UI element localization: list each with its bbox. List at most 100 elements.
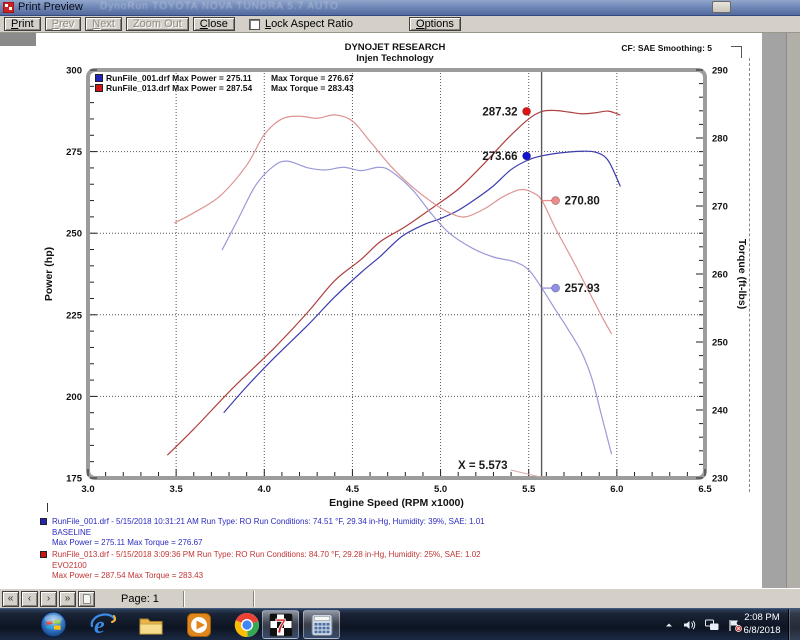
- svg-text:7: 7: [275, 616, 286, 637]
- volume-icon[interactable]: [683, 619, 696, 631]
- torque-axis-title: Torque (ft-lbs): [736, 239, 748, 309]
- last-page-button[interactable]: »: [59, 591, 76, 607]
- svg-text:250: 250: [66, 229, 82, 240]
- network-icon[interactable]: [705, 619, 719, 631]
- run-swatch-blue: [40, 518, 47, 525]
- cursor-value-label: 270.80: [565, 196, 600, 208]
- next-button[interactable]: Next: [85, 17, 122, 31]
- first-page-button[interactable]: «: [2, 591, 19, 607]
- runfile-013-torque-curve: [174, 115, 611, 334]
- cursor-dot: [552, 197, 560, 205]
- svg-text:250: 250: [712, 338, 728, 349]
- print-preview-page: DYNOJET RESEARCH Injen Technology CF: SA…: [0, 33, 800, 588]
- svg-text:275: 275: [66, 147, 83, 158]
- page-number-label: Page: 1: [121, 593, 159, 605]
- legend-power-013: Max Power = 287.54: [172, 83, 252, 93]
- axis-tick-labels: 3002752502252001752902802702602502402303…: [66, 66, 728, 496]
- x-axis-title: Engine Speed (RPM x1000): [329, 497, 464, 509]
- winpep7-taskbar-button[interactable]: 7: [262, 610, 299, 639]
- svg-text:4.0: 4.0: [258, 484, 271, 495]
- svg-text:260: 260: [712, 270, 728, 281]
- run-013-max-values: Max Power = 287.54 Max Torque = 283.43: [52, 571, 481, 582]
- runfile-001-power-curve: [224, 151, 621, 413]
- media-player-icon[interactable]: [186, 612, 212, 638]
- run-001-max-values: Max Power = 275.11 Max Torque = 276.67: [52, 538, 485, 549]
- cursor-dot: [523, 107, 531, 115]
- run-013-name: EVO2100: [52, 561, 481, 572]
- svg-text:175: 175: [66, 474, 83, 485]
- calculator-taskbar-button[interactable]: [303, 610, 340, 639]
- next-page-button[interactable]: ›: [40, 591, 57, 607]
- statusbar: « ‹ › » Page: 1: [0, 588, 800, 608]
- svg-text:280: 280: [712, 134, 728, 145]
- svg-text:3.5: 3.5: [170, 484, 184, 495]
- run-001-name: BASELINE: [52, 528, 485, 539]
- print-button[interactable]: Print: [4, 17, 41, 31]
- runfile-001-torque-curve: [222, 161, 612, 454]
- clock-time: 2:08 PM: [738, 611, 786, 624]
- run-info-runfile001: RunFile_001.drf - 5/15/2018 10:31:21 AM …: [40, 517, 485, 549]
- svg-text:5.5: 5.5: [522, 484, 536, 495]
- legend-file-013: RunFile_013.drf: [106, 83, 170, 93]
- cursor-dot: [552, 284, 560, 292]
- run-swatch-red: [40, 551, 47, 558]
- svg-text:270: 270: [712, 202, 728, 213]
- cursor-x-label: X = 5.573: [458, 460, 508, 472]
- prev-button[interactable]: Prev: [45, 17, 82, 31]
- titlebar[interactable]: Print Preview DynoRun TOYOTA NOVA TUNDRA…: [0, 0, 800, 16]
- taskbar-clock[interactable]: 2:08 PM 6/8/2018: [738, 611, 786, 637]
- show-desktop-button[interactable]: [788, 609, 800, 640]
- cursor-dot: [523, 152, 531, 160]
- dyno-chart: 3002752502252001752902802702602502402303…: [0, 33, 800, 588]
- legend-swatch-red: [95, 84, 103, 92]
- windows-explorer-icon[interactable]: [138, 612, 164, 638]
- svg-text:6.5: 6.5: [698, 484, 712, 495]
- prev-page-button[interactable]: ‹: [21, 591, 38, 607]
- runfile-013-power-curve: [167, 110, 620, 455]
- tray-expand-arrow-icon[interactable]: [664, 620, 674, 630]
- legend-power-001: Max Power = 275.11: [172, 73, 252, 83]
- cursor-value-label: 287.32: [482, 106, 517, 118]
- window-minimize-button[interactable]: [712, 1, 731, 13]
- lock-aspect-ratio-checkbox[interactable]: [249, 19, 260, 30]
- power-axis-title: Power (hp): [43, 247, 55, 301]
- taskbar: e: [0, 608, 800, 640]
- winpep-app-icon: [3, 2, 14, 13]
- print-preview-toolbar: Print Prev Next Zoom Out Close Lock Aspe…: [0, 16, 800, 33]
- svg-text:6.0: 6.0: [610, 484, 623, 495]
- legend-swatch-blue: [95, 74, 103, 82]
- statusbar-separator: [183, 591, 185, 607]
- svg-text:5.0: 5.0: [434, 484, 447, 495]
- lock-aspect-ratio-label: Lock Aspect Ratio: [265, 18, 353, 30]
- zoom-out-button[interactable]: Zoom Out: [126, 17, 189, 31]
- svg-text:4.5: 4.5: [346, 484, 360, 495]
- start-button[interactable]: [40, 611, 67, 638]
- svg-text:200: 200: [66, 392, 82, 403]
- internet-explorer-icon[interactable]: e: [90, 612, 116, 638]
- axis-ticks: [88, 70, 705, 478]
- svg-text:300: 300: [66, 66, 82, 77]
- svg-text:225: 225: [66, 310, 83, 321]
- system-tray: [655, 609, 742, 640]
- desktop-screen: Print Preview DynoRun TOYOTA NOVA TUNDRA…: [0, 0, 800, 640]
- page-setup-button[interactable]: [78, 591, 95, 607]
- cursor-value-label: 257.93: [565, 283, 600, 295]
- legend-file-001: RunFile_001.drf: [106, 73, 170, 83]
- run-013-conditions: RunFile_013.drf - 5/15/2018 3:09:36 PM R…: [52, 550, 481, 561]
- window-title: Print Preview: [18, 1, 83, 13]
- svg-text:290: 290: [712, 66, 728, 77]
- clock-date: 6/8/2018: [738, 624, 786, 637]
- legend-torque-001: Max Torque = 276.67: [271, 73, 354, 83]
- statusbar-separator: [253, 591, 255, 607]
- close-button[interactable]: Close: [193, 17, 235, 31]
- run-info-runfile013: RunFile_013.drf - 5/15/2018 3:09:36 PM R…: [40, 550, 481, 582]
- cursor-value-label: 273.66: [482, 151, 517, 163]
- legend-torque-013: Max Torque = 283.43: [271, 83, 354, 93]
- options-button[interactable]: Options: [409, 17, 461, 31]
- chrome-icon[interactable]: [234, 612, 260, 638]
- chart-curves: [167, 110, 620, 455]
- run-001-conditions: RunFile_001.drf - 5/15/2018 10:31:21 AM …: [52, 517, 485, 528]
- plot-frame: [88, 70, 705, 478]
- svg-text:3.0: 3.0: [81, 484, 94, 495]
- svg-text:240: 240: [712, 406, 728, 417]
